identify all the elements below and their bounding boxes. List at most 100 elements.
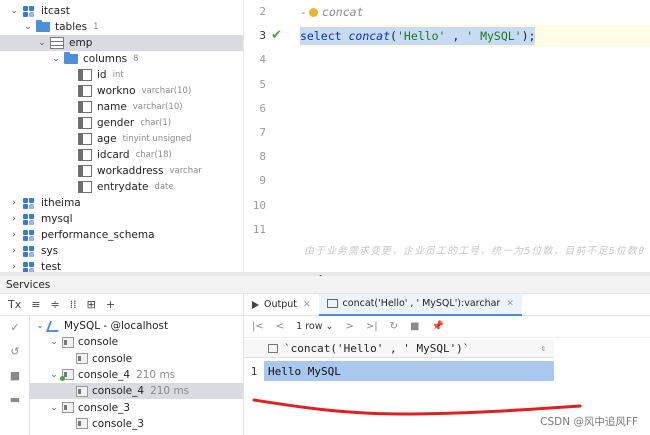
tree-item-label: workno xyxy=(97,85,136,97)
stop-icon[interactable]: ■ xyxy=(410,321,419,332)
services-item-console-3[interactable]: ⌄ console_3 xyxy=(30,400,243,416)
column-icon xyxy=(268,344,278,353)
tree-item-test[interactable]: › test xyxy=(0,259,243,272)
chevron-down-icon[interactable]: ⌄ xyxy=(36,38,48,48)
tree-item-mysql[interactable]: › mysql xyxy=(0,211,243,227)
tab-output[interactable]: Output ✕ xyxy=(244,294,319,316)
services-item-label: console_3 xyxy=(92,417,145,430)
close-icon[interactable]: ✕ xyxy=(506,299,514,309)
services-item-label: MySQL - @localhost xyxy=(64,320,169,332)
prev-page-icon[interactable]: < xyxy=(276,321,284,332)
column-header-label: `concat('Hello' , ' MySQL')` xyxy=(284,342,470,355)
services-item-console-4[interactable]: ⌄ console_4 210 ms xyxy=(30,367,243,383)
chevron-right-icon[interactable]: › xyxy=(8,214,20,224)
tree-item-idcard[interactable]: idcard char(18) xyxy=(0,147,243,163)
tree-item-emp[interactable]: ⌄ emp xyxy=(0,35,243,51)
next-page-icon[interactable]: > xyxy=(345,321,353,332)
tree-item-label: idcard xyxy=(97,149,130,161)
tree-item-type: 8 xyxy=(133,54,139,64)
first-page-icon[interactable]: |< xyxy=(252,321,264,332)
pin-icon[interactable]: 📌 xyxy=(431,321,443,332)
collapse-all-icon[interactable]: ≑ xyxy=(50,298,59,311)
expand-all-icon[interactable]: ≡ xyxy=(31,298,40,311)
tab-result-label: concat('Hello' , ' MySQL'):varchar xyxy=(342,298,501,309)
tree-item-columns[interactable]: ⌄ columns 8 xyxy=(0,51,243,67)
tree-item-type: varchar(10) xyxy=(132,102,183,112)
group-icon[interactable]: ⁞⁞ xyxy=(70,298,77,311)
line-number: 7 xyxy=(259,126,266,139)
last-page-icon[interactable]: >| xyxy=(366,321,378,332)
chevron-down-icon[interactable]: ⌄ xyxy=(48,403,60,413)
tree-item-label: emp xyxy=(69,37,93,49)
tree-item-performance-schema[interactable]: › performance_schema xyxy=(0,227,243,243)
tree-item-name[interactable]: name varchar(10) xyxy=(0,99,243,115)
tree-item-workno[interactable]: workno varchar(10) xyxy=(0,83,243,99)
chevron-down-icon[interactable]: ⌄ xyxy=(8,6,20,16)
comment-line[interactable]: - concat xyxy=(300,1,363,23)
close-icon[interactable]: ✕ xyxy=(303,300,311,310)
result-column-header[interactable]: `concat('Hello' , ' MySQL')` ⇕ xyxy=(244,340,554,358)
services-item-console-4[interactable]: console_4 210 ms xyxy=(30,383,243,400)
tree-item-itcast[interactable]: ⌄ itcast xyxy=(0,3,243,19)
chevron-down-icon[interactable]: ⌄ xyxy=(48,337,60,347)
comment-text: concat xyxy=(321,5,364,19)
commit-icon[interactable]: ✓ xyxy=(0,316,30,340)
tree-item-label: test xyxy=(41,261,62,272)
row-count[interactable]: 1 row ⌄ xyxy=(296,321,333,332)
sql-editor[interactable]: 2 3 4 5 6 7 8 9 10 11 ✔ - concat select concat('H… xyxy=(243,0,650,272)
tree-item-type: int xyxy=(112,70,124,80)
add-icon[interactable]: + xyxy=(106,298,115,311)
tree-item-id[interactable]: id int xyxy=(0,67,243,83)
services-title: Services xyxy=(6,278,51,291)
stop-icon[interactable]: ■ xyxy=(0,364,30,388)
lightbulb-icon[interactable] xyxy=(308,7,318,17)
transaction-mode-icon[interactable]: Tx xyxy=(8,298,21,311)
tab-result[interactable]: concat('Hello' , ' MySQL'):varchar ✕ xyxy=(318,293,522,316)
services-tree: ⌄ MySQL - @localhost ⌄ console console ⌄ conso… xyxy=(30,316,243,435)
services-item-console-3[interactable]: console_3 xyxy=(30,416,243,432)
string-arg-1: 'Hello' xyxy=(396,29,446,43)
chevron-down-icon[interactable]: ⌄ xyxy=(34,321,46,331)
services-item-mysql-localhost[interactable]: ⌄ MySQL - @localhost xyxy=(30,318,243,334)
services-item-label: console xyxy=(78,336,119,349)
line-number: 4 xyxy=(259,53,266,67)
services-item-console[interactable]: ⌄ console xyxy=(30,334,243,350)
services-item-console[interactable]: console xyxy=(30,351,243,367)
line-number: 2 xyxy=(259,5,266,18)
chevron-down-icon[interactable]: ⌄ xyxy=(48,370,60,380)
layout-icon[interactable]: ▬ xyxy=(0,388,30,412)
console-icon xyxy=(76,353,88,365)
string-arg-2: ' MySQL' xyxy=(466,29,522,43)
tree-item-gender[interactable]: gender char(1) xyxy=(0,115,243,131)
refresh-icon[interactable]: ↻ xyxy=(390,321,398,332)
chevron-down-icon[interactable]: ⌄ xyxy=(22,22,34,32)
chevron-right-icon[interactable]: › xyxy=(8,246,20,256)
layout-icon[interactable]: ⊞ xyxy=(87,298,96,311)
table-icon xyxy=(326,299,338,308)
chevron-right-icon[interactable]: › xyxy=(8,230,20,240)
tree-item-sys[interactable]: › sys xyxy=(0,243,243,259)
result-row[interactable]: 1 Hello MySQL xyxy=(244,360,554,382)
rollback-icon[interactable]: ↺ xyxy=(0,340,30,364)
tree-item-age[interactable]: age tinyint unsigned xyxy=(0,131,243,147)
tree-item-workaddress[interactable]: workaddress varchar xyxy=(0,163,243,179)
console-icon xyxy=(60,369,74,382)
red-underline-annotation xyxy=(252,398,582,416)
tree-item-label: tables xyxy=(55,21,88,33)
tree-item-entrydate[interactable]: entrydate date xyxy=(0,179,243,195)
line-number: 5 xyxy=(259,77,266,91)
execution-success-icon: ✔ xyxy=(271,28,282,43)
tree-item-type: 1 xyxy=(93,22,99,32)
tree-item-tables[interactable]: ⌄ tables 1 xyxy=(0,19,243,35)
chevron-right-icon[interactable]: › xyxy=(8,198,20,208)
tree-item-itheima[interactable]: › itheima xyxy=(0,195,243,211)
code-line-current[interactable]: select concat('Hello' , ' MySQL'); xyxy=(300,25,650,47)
tree-item-label: mysql xyxy=(41,213,73,225)
console-icon xyxy=(76,418,88,430)
chevron-right-icon[interactable]: › xyxy=(8,262,20,272)
sort-icon[interactable]: ⇕ xyxy=(541,344,546,354)
result-cell[interactable]: Hello MySQL xyxy=(264,361,554,381)
selected-sql[interactable]: select concat('Hello' , ' MySQL'); xyxy=(300,27,536,45)
chevron-down-icon[interactable]: ⌄ xyxy=(50,54,62,64)
tree-item-label: columns xyxy=(83,53,128,65)
